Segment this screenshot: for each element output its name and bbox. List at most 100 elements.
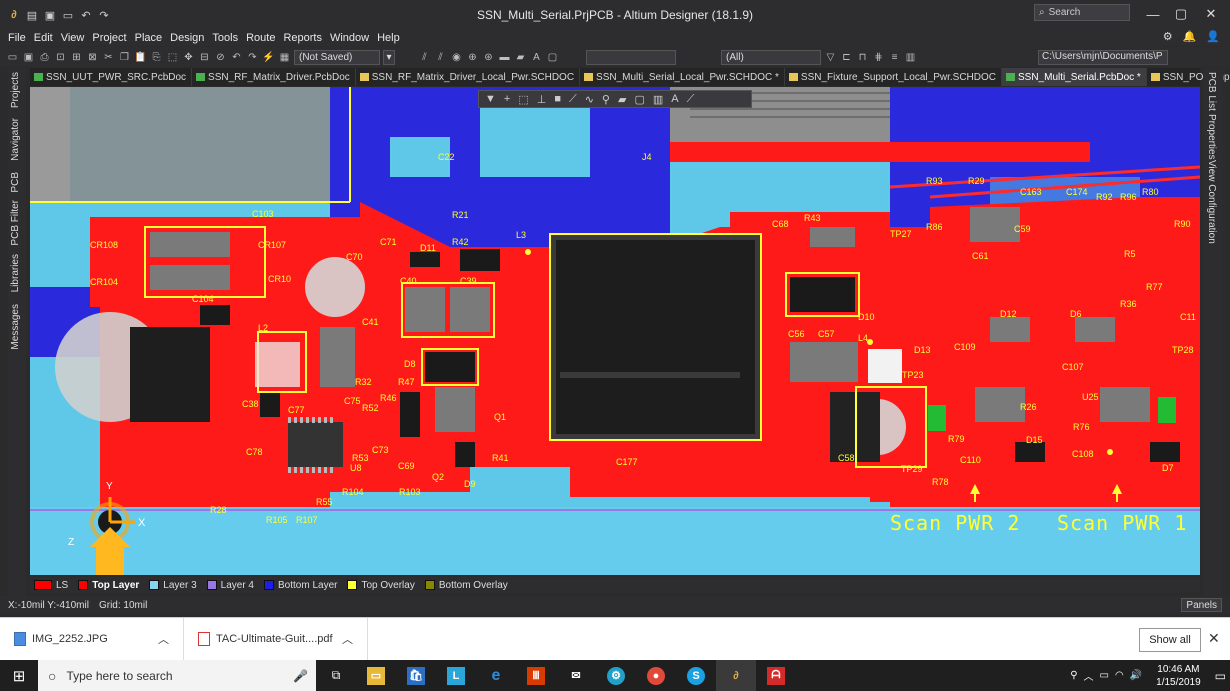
designator-c107[interactable]: C107 xyxy=(1062,362,1084,372)
panel-tab-view-configuration[interactable]: View Configuration xyxy=(1206,160,1217,244)
designator-d9[interactable]: D9 xyxy=(464,479,476,489)
action-center-icon[interactable]: ▭ xyxy=(1215,669,1226,683)
layer-icon[interactable]: ≡ xyxy=(888,51,901,64)
panel-tab-pcb-list[interactable]: PCB List xyxy=(1206,72,1217,111)
undo-icon[interactable]: ↶ xyxy=(78,7,94,23)
fill-icon[interactable]: ■ xyxy=(554,93,561,105)
altium-taskbar-icon[interactable]: ∂ xyxy=(716,660,756,691)
align-icon[interactable]: ⊏ xyxy=(840,51,853,64)
designator-cr10[interactable]: CR10 xyxy=(268,274,291,284)
designator-r21[interactable]: R21 xyxy=(452,210,469,220)
print-icon[interactable]: ⎙ xyxy=(38,51,51,64)
designator-r92[interactable]: R92 xyxy=(1096,192,1113,202)
designator-l4[interactable]: L4 xyxy=(858,333,868,343)
designator-c39[interactable]: C39 xyxy=(460,276,477,286)
cut-icon[interactable]: ✂ xyxy=(102,51,115,64)
menu-route[interactable]: Route xyxy=(246,32,275,44)
designator-c22[interactable]: C22 xyxy=(438,152,455,162)
route-icon[interactable]: ⫽ xyxy=(418,51,431,64)
designator-r42[interactable]: R42 xyxy=(452,237,469,247)
menu-help[interactable]: Help xyxy=(377,32,400,44)
edge-icon[interactable]: e xyxy=(476,660,516,691)
undo-icon[interactable]: ↶ xyxy=(230,51,243,64)
task-view-icon[interactable]: ⧉ xyxy=(316,660,356,691)
designator-c77[interactable]: C77 xyxy=(288,405,305,415)
tab-ssn-multi-serial-pcb[interactable]: SSN_Multi_Serial.PcbDoc * xyxy=(1002,68,1147,86)
volume-icon[interactable]: 🔊 xyxy=(1130,670,1142,681)
designator-c110[interactable]: C110 xyxy=(960,455,981,465)
designator-r86[interactable]: R86 xyxy=(926,222,943,232)
filter-icon[interactable]: ▼ xyxy=(485,93,496,105)
designator-r46[interactable]: R46 xyxy=(380,393,397,403)
designator-cr104[interactable]: CR104 xyxy=(90,277,118,287)
minimize-button[interactable]: — xyxy=(1138,0,1168,28)
designator-d13[interactable]: D13 xyxy=(914,345,931,355)
designator-u8[interactable]: U8 xyxy=(350,463,362,473)
designator-c177[interactable]: C177 xyxy=(616,457,638,467)
designator-c73[interactable]: C73 xyxy=(372,445,389,455)
designator-d12[interactable]: D12 xyxy=(1000,309,1017,319)
pcb-canvas[interactable]: X Y Z Scan PWR 2 Scan PWR 1 C103 CR108 CR1… xyxy=(30,87,1200,575)
diff-pair-icon[interactable]: ⫽ xyxy=(434,51,447,64)
show-all-button[interactable]: Show all xyxy=(1139,628,1201,652)
drc-icon[interactable]: ▥ xyxy=(904,51,917,64)
text-icon[interactable]: A xyxy=(671,93,678,105)
designator-d7[interactable]: D7 xyxy=(1162,463,1174,473)
designator-tp23[interactable]: TP23 xyxy=(902,370,924,380)
fill-icon[interactable]: ▬ xyxy=(498,51,511,64)
designator-tp27[interactable]: TP27 xyxy=(890,229,912,239)
designator-r77[interactable]: R77 xyxy=(1146,282,1163,292)
designator-d11[interactable]: D11 xyxy=(420,243,436,253)
designator-c163[interactable]: C163 xyxy=(1020,187,1042,197)
grid-icon[interactable]: ⋕ xyxy=(872,51,885,64)
region-icon[interactable]: ▢ xyxy=(634,93,644,106)
polygon-icon[interactable]: ▰ xyxy=(618,93,626,106)
clock[interactable]: 10:46 AM 1/15/2019 xyxy=(1156,663,1201,689)
maximize-button[interactable]: ▢ xyxy=(1166,0,1196,28)
designator-c56[interactable]: C56 xyxy=(788,329,805,339)
layer-tab-bottom-layer[interactable]: Bottom Layer xyxy=(264,580,337,591)
paste-icon[interactable]: 📋 xyxy=(134,51,147,64)
diff-pair-icon[interactable]: ∿ xyxy=(585,93,594,106)
designator-u25[interactable]: U25 xyxy=(1082,392,1099,402)
panel-tab-messages[interactable]: Messages xyxy=(10,304,21,350)
tab-ssn-fixture-support-local-pwr[interactable]: SSN_Fixture_Support_Local_Pwr.SCHDOC xyxy=(785,68,1002,86)
designator-r105[interactable]: R105 xyxy=(266,515,288,525)
designator-c38[interactable]: C38 xyxy=(242,399,259,409)
designator-r78[interactable]: R78 xyxy=(932,477,949,487)
designator-r36[interactable]: R36 xyxy=(1120,299,1137,309)
designator-r43[interactable]: R43 xyxy=(804,213,821,223)
designator-r96[interactable]: R96 xyxy=(1120,192,1137,202)
chevron-up-icon[interactable]: ︿ xyxy=(1084,668,1094,683)
designator-c71[interactable]: C71 xyxy=(380,237,397,247)
designator-q2[interactable]: Q2 xyxy=(432,472,444,482)
panel-tab-pcb-filter[interactable]: PCB Filter xyxy=(10,200,21,246)
designator-r32[interactable]: R32 xyxy=(355,377,372,387)
chrome-icon[interactable]: ● xyxy=(636,660,676,691)
chevron-up-icon[interactable]: ︿ xyxy=(342,631,353,647)
save-icon[interactable]: ▣ xyxy=(42,7,58,23)
designator-r53[interactable]: R53 xyxy=(352,453,369,463)
layer-tab-bottom-overlay[interactable]: Bottom Overlay xyxy=(424,580,508,591)
menu-tools[interactable]: Tools xyxy=(212,32,238,44)
designator-c69[interactable]: C69 xyxy=(398,461,415,471)
polygon-icon[interactable]: ▰ xyxy=(514,51,527,64)
designator-d6[interactable]: D6 xyxy=(1070,309,1082,319)
designator-c174[interactable]: C174 xyxy=(1066,187,1088,197)
tab-ssn-rf-matrix-driver[interactable]: SSN_RF_Matrix_Driver.PcbDoc xyxy=(192,68,356,86)
designator-j4[interactable]: J4 xyxy=(642,152,652,162)
panel-tab-properties[interactable]: Properties xyxy=(1206,114,1217,160)
designator-r52[interactable]: R52 xyxy=(362,403,379,413)
designator-r26[interactable]: R26 xyxy=(1020,402,1037,412)
wifi-icon[interactable]: ◠ xyxy=(1115,670,1124,681)
save-all-icon[interactable]: ▣ xyxy=(22,51,35,64)
via-icon[interactable]: ◉ xyxy=(450,51,463,64)
designator-d15[interactable]: D15 xyxy=(1026,435,1043,445)
panel-tab-navigator[interactable]: Navigator xyxy=(10,118,21,161)
distribute-icon[interactable]: ⊓ xyxy=(856,51,869,64)
designator-r79[interactable]: R79 xyxy=(948,434,965,444)
designator-r55[interactable]: R55 xyxy=(316,497,333,507)
designator-cr107[interactable]: CR107 xyxy=(258,240,286,250)
designator-r76[interactable]: R76 xyxy=(1073,422,1090,432)
redo-icon[interactable]: ↷ xyxy=(96,7,112,23)
